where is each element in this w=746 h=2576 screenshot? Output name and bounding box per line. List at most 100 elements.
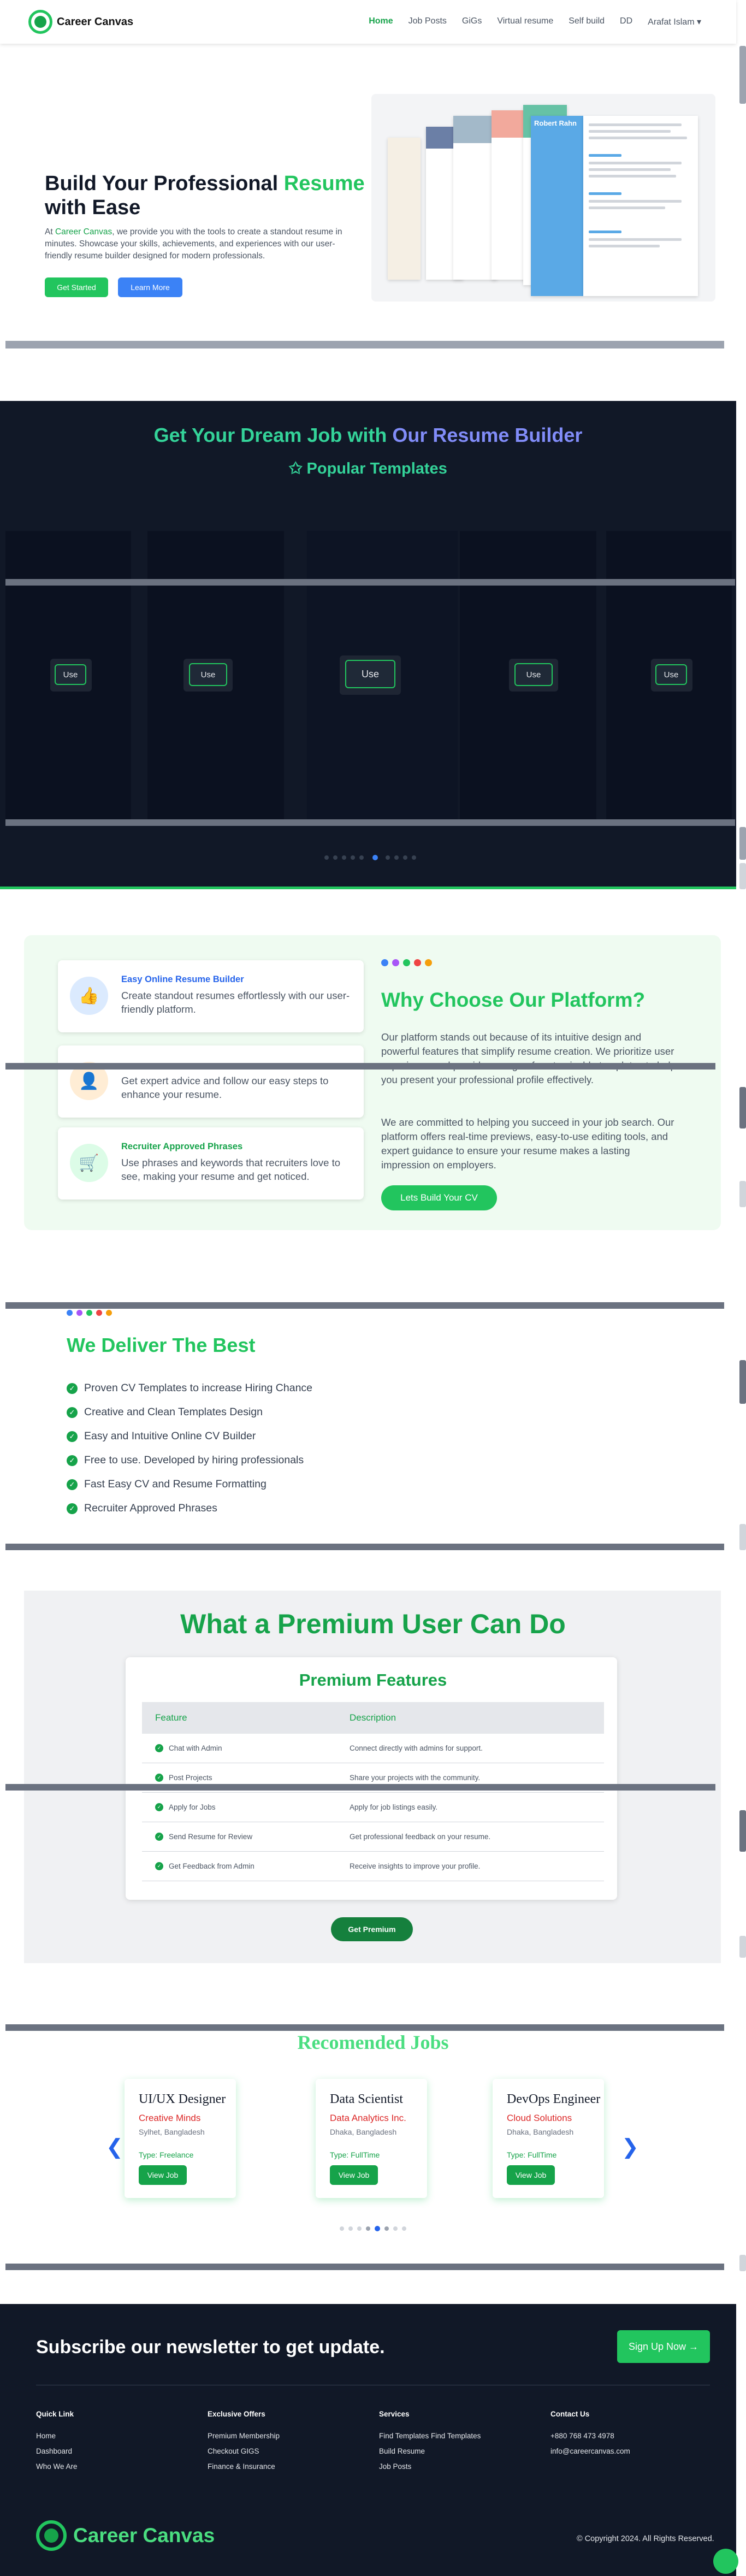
check-icon: ✓ — [67, 1455, 78, 1466]
footer-heading: Services — [379, 2410, 410, 2418]
nav-gigs[interactable]: GiGs — [462, 16, 482, 27]
horizontal-scrollbar[interactable] — [5, 1544, 724, 1550]
nav-virtual-resume[interactable]: Virtual resume — [497, 16, 553, 27]
sign-up-button[interactable]: Sign Up Now → — [617, 2330, 710, 2363]
nav-self-build[interactable]: Self build — [569, 16, 605, 27]
footer-link[interactable]: Finance & Insurance — [208, 2462, 275, 2471]
pagination-dot[interactable] — [412, 855, 416, 860]
feature-name: Send Resume for Review — [169, 1833, 253, 1841]
section-scrollbar[interactable] — [739, 1936, 746, 1958]
column-header-description: Description — [350, 1712, 396, 1723]
horizontal-scrollbar[interactable] — [5, 1784, 715, 1791]
section-scrollbar[interactable] — [739, 1360, 746, 1404]
pagination-dot[interactable] — [340, 2226, 344, 2231]
check-icon: ✓ — [67, 1431, 78, 1442]
nav-home[interactable]: Home — [369, 16, 393, 27]
view-job-button[interactable]: View Job — [507, 2165, 555, 2185]
deliver-item: ✓ Easy and Intuitive Online CV Builder — [67, 1430, 256, 1443]
check-icon: ✓ — [67, 1407, 78, 1418]
brand-logo[interactable]: Career Canvas — [28, 10, 133, 34]
thumbs-up-icon: 👍 — [70, 977, 108, 1015]
pagination-dot-active[interactable] — [372, 855, 378, 860]
section-scrollbar[interactable] — [739, 863, 746, 889]
footer-link[interactable]: Dashboard — [36, 2447, 72, 2455]
pagination-dot[interactable] — [333, 855, 338, 860]
get-premium-button[interactable]: Get Premium — [331, 1917, 413, 1941]
footer-logo[interactable]: Career Canvas — [36, 2520, 215, 2551]
section-scrollbar[interactable] — [739, 1810, 746, 1852]
pagination-dot[interactable] — [402, 2226, 406, 2231]
view-job-button[interactable]: View Job — [330, 2165, 378, 2185]
why-paragraph: Our platform stands out because of its i… — [381, 1031, 676, 1085]
use-template-button[interactable]: Use — [655, 664, 687, 685]
learn-more-button[interactable]: Learn More — [118, 277, 182, 297]
pagination-dot[interactable] — [348, 2226, 353, 2231]
pagination-dot-active[interactable] — [375, 2226, 380, 2231]
popular-templates-heading: ✩ Popular Templates — [289, 460, 447, 477]
job-location: Dhaka, Bangladesh — [330, 2128, 397, 2136]
carousel-next-icon[interactable]: ❯ — [621, 2135, 639, 2159]
jobs-title: Recomended Jobs — [297, 2031, 449, 2053]
page-scrollbar[interactable] — [739, 46, 746, 104]
use-template-button[interactable]: Use — [345, 660, 395, 688]
use-template-button[interactable]: Use — [514, 663, 553, 686]
footer-link[interactable]: Job Posts — [379, 2462, 411, 2471]
horizontal-scrollbar[interactable] — [5, 1302, 724, 1309]
footer-link[interactable]: Checkout GIGS — [208, 2447, 259, 2455]
resume-front-sheet: Robert Rahn — [531, 116, 583, 296]
table-row: ✓ Chat with Admin Connect directly with a… — [142, 1734, 604, 1763]
pagination-dot[interactable] — [324, 855, 329, 860]
use-template-button[interactable]: Use — [189, 663, 227, 686]
view-job-button[interactable]: View Job — [139, 2165, 187, 2185]
chat-icon[interactable] — [713, 2549, 738, 2574]
footer-heading: Exclusive Offers — [208, 2410, 265, 2418]
pagination-dot[interactable] — [403, 855, 407, 860]
horizontal-scrollbar[interactable] — [5, 2024, 724, 2031]
horizontal-scrollbar[interactable] — [5, 2264, 724, 2270]
pagination-dot[interactable] — [386, 855, 390, 860]
use-template-button[interactable]: Use — [55, 664, 86, 685]
pagination-dot[interactable] — [357, 2226, 362, 2231]
footer-brand-name: Career Canvas — [73, 2524, 215, 2547]
footer-link[interactable]: Build Resume — [379, 2447, 425, 2455]
footer-heading: Quick Link — [36, 2410, 74, 2418]
pagination-dot[interactable] — [393, 2226, 398, 2231]
section-scrollbar[interactable] — [739, 1087, 746, 1129]
section-scrollbar[interactable] — [739, 2255, 746, 2271]
feature-text: Create standout resumes effortlessly wit… — [121, 990, 350, 1015]
contact-phone[interactable]: +880 768 473 4978 — [550, 2432, 614, 2440]
footer-link[interactable]: Home — [36, 2432, 56, 2440]
nav-dd[interactable]: DD — [620, 16, 632, 27]
footer-link[interactable]: Premium Membership — [208, 2432, 280, 2440]
hero-title: Build Your Professional Resume with Ease — [45, 172, 365, 219]
section-scrollbar[interactable] — [739, 1181, 746, 1207]
copyright: © Copyright 2024. All Rights Reserved. — [577, 2534, 714, 2543]
user-menu[interactable]: Arafat Islam ▾ — [648, 16, 701, 27]
footer-link[interactable]: Find Templates Find Templates — [379, 2432, 481, 2440]
check-icon: ✓ — [155, 1774, 163, 1782]
feature-text: Use phrases and keywords that recruiters… — [121, 1157, 341, 1182]
pagination-dot[interactable] — [351, 855, 355, 860]
job-type: Type: FullTime — [330, 2150, 380, 2159]
build-cv-button[interactable]: Lets Build Your CV — [381, 1185, 497, 1210]
resume-front-body — [583, 116, 698, 296]
horizontal-scrollbar[interactable] — [5, 1063, 715, 1070]
section-scrollbar[interactable] — [739, 827, 746, 860]
section-scrollbar[interactable] — [739, 1524, 746, 1550]
contact-email[interactable]: info@careercanvas.com — [550, 2447, 630, 2455]
carousel-prev-icon[interactable]: ❮ — [106, 2135, 123, 2159]
get-started-button[interactable]: Get Started — [45, 277, 108, 297]
pagination-dot[interactable] — [366, 2226, 370, 2231]
pagination-dot[interactable] — [394, 855, 399, 860]
horizontal-scrollbar[interactable] — [5, 341, 724, 348]
resume-sheet — [453, 116, 497, 280]
pagination-dot[interactable] — [384, 2226, 389, 2231]
navbar: Career Canvas Home Job Posts GiGs Virtua… — [0, 0, 736, 44]
carousel-scrollbar[interactable] — [5, 819, 735, 826]
nav-job-posts[interactable]: Job Posts — [408, 16, 447, 27]
footer-link[interactable]: Who We Are — [36, 2462, 78, 2471]
feature-name: Apply for Jobs — [169, 1803, 216, 1811]
job-type: Type: Freelance — [139, 2150, 194, 2159]
pagination-dot[interactable] — [359, 855, 364, 860]
pagination-dot[interactable] — [342, 855, 346, 860]
